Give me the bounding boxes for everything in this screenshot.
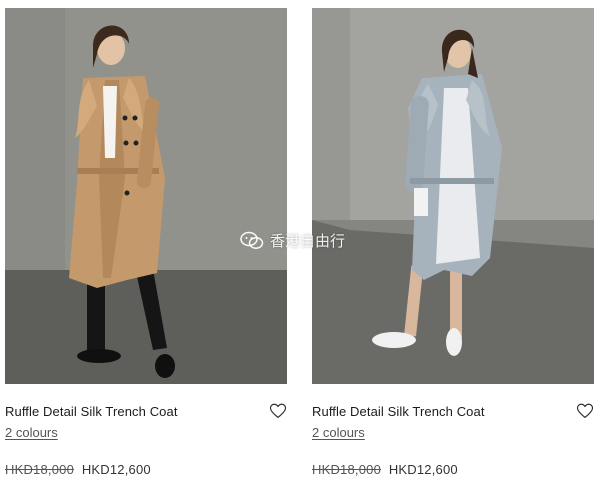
product-name[interactable]: Ruffle Detail Silk Trench Coat: [312, 404, 485, 419]
product-image[interactable]: [5, 8, 287, 384]
sale-price: HKD12,600: [81, 462, 151, 477]
product-image[interactable]: [312, 8, 594, 384]
original-price: HKD18,000: [312, 462, 382, 477]
original-price: HKD18,000: [5, 462, 75, 477]
heart-outline-icon[interactable]: [269, 402, 287, 420]
heart-outline-icon[interactable]: [576, 402, 594, 420]
price: HKD18,000 HKD12,600: [5, 462, 287, 477]
product-card[interactable]: Ruffle Detail Silk Trench Coat 2 colours…: [312, 8, 594, 477]
sale-price: HKD12,600: [388, 462, 458, 477]
product-card[interactable]: Ruffle Detail Silk Trench Coat 2 colours…: [5, 8, 287, 477]
product-name[interactable]: Ruffle Detail Silk Trench Coat: [5, 404, 178, 419]
colour-options-link[interactable]: 2 colours: [5, 425, 58, 440]
price: HKD18,000 HKD12,600: [312, 462, 594, 477]
colour-options-link[interactable]: 2 colours: [312, 425, 365, 440]
